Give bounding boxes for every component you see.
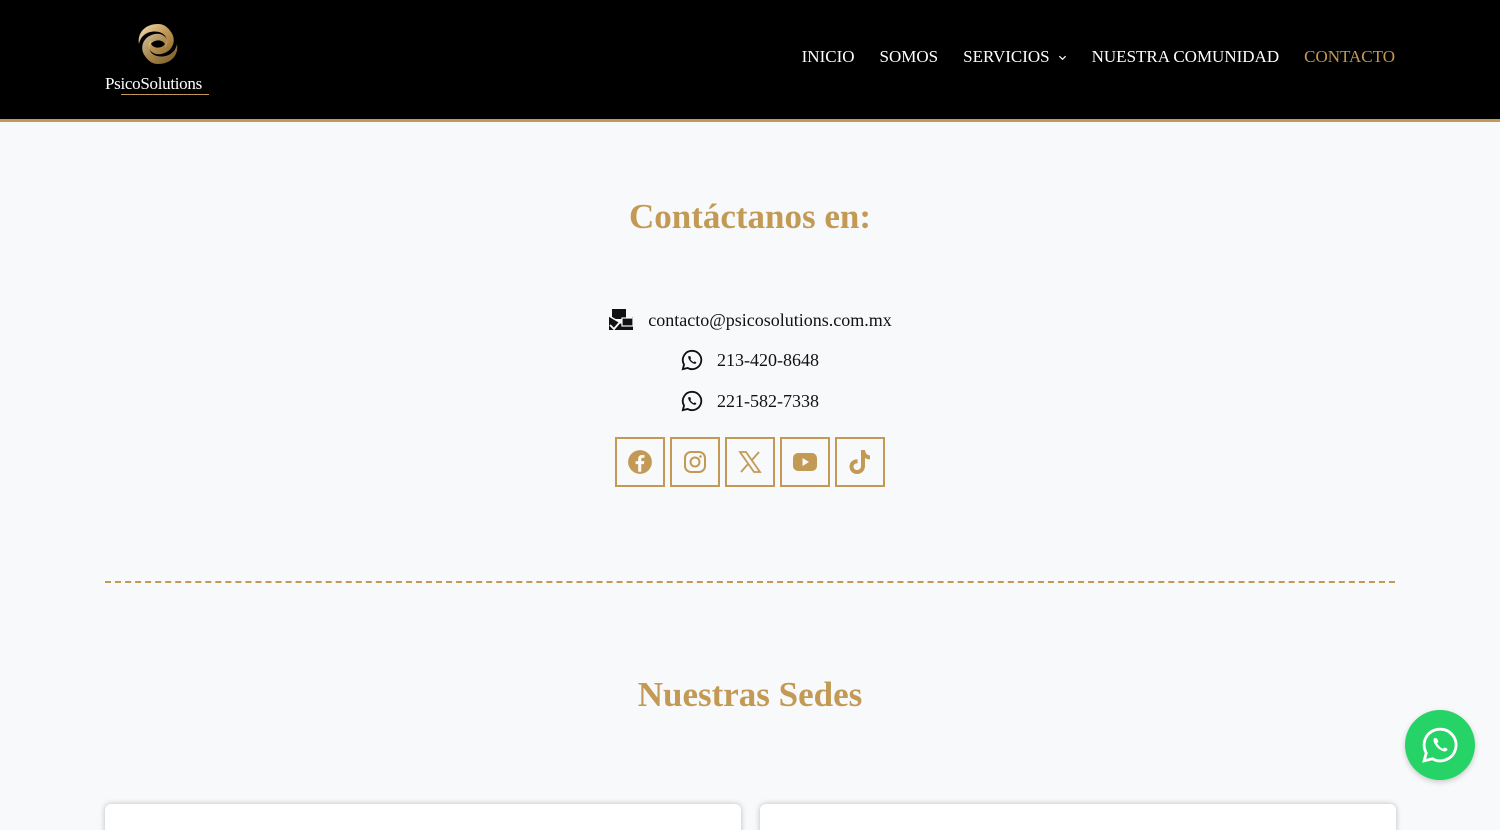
whatsapp-icon	[681, 349, 703, 371]
logo-wordmark: PsicoSolutions	[105, 74, 202, 93]
facebook-button[interactable]	[615, 437, 665, 487]
tiktok-icon	[849, 450, 870, 474]
phone-row-2: 221-582-7338	[0, 390, 1500, 412]
psicosolutions-logo[interactable]: PsicoSolutions	[105, 20, 215, 98]
logo-swirl-icon	[138, 24, 178, 64]
social-links	[615, 437, 885, 487]
contact-title: Contáctanos en:	[628, 197, 872, 236]
section-divider	[105, 581, 1395, 583]
email-link[interactable]: contacto@psicosolutions.com.mx	[648, 310, 892, 331]
youtube-button[interactable]	[780, 437, 830, 487]
tiktok-button[interactable]	[835, 437, 885, 487]
phone-link-1[interactable]: 213-420-8648	[717, 350, 819, 371]
nav-item-inicio[interactable]: INICIO	[802, 47, 855, 67]
email-row: contacto@psicosolutions.com.mx	[0, 308, 1500, 332]
main-nav: INICIO SOMOS SERVICIOS NUESTRA COMUNIDAD…	[802, 47, 1395, 67]
mail-icon	[608, 308, 634, 332]
phone-row-1: 213-420-8648	[0, 349, 1500, 371]
nav-item-nuestra-comunidad[interactable]: NUESTRA COMUNIDAD	[1092, 47, 1279, 67]
facebook-icon	[628, 450, 652, 474]
youtube-icon	[793, 453, 817, 471]
phone-link-2[interactable]: 221-582-7338	[717, 391, 819, 412]
nav-item-contacto[interactable]: CONTACTO	[1304, 47, 1395, 67]
x-button[interactable]	[725, 437, 775, 487]
nav-item-servicios[interactable]: SERVICIOS	[963, 47, 1067, 67]
sedes-title: Nuestras Sedes	[637, 675, 863, 714]
sede-card-2	[760, 804, 1396, 830]
instagram-button[interactable]	[670, 437, 720, 487]
whatsapp-icon	[681, 390, 703, 412]
nav-item-somos[interactable]: SOMOS	[880, 47, 939, 67]
whatsapp-icon	[1422, 727, 1458, 763]
whatsapp-float-button[interactable]	[1405, 710, 1475, 780]
x-icon	[738, 451, 762, 473]
sede-card-1	[105, 804, 741, 830]
logo-underline	[121, 94, 209, 95]
site-header: PsicoSolutions INICIO SOMOS SERVICIOS NU…	[0, 0, 1500, 122]
chevron-down-icon	[1058, 55, 1066, 60]
instagram-icon	[684, 451, 706, 473]
